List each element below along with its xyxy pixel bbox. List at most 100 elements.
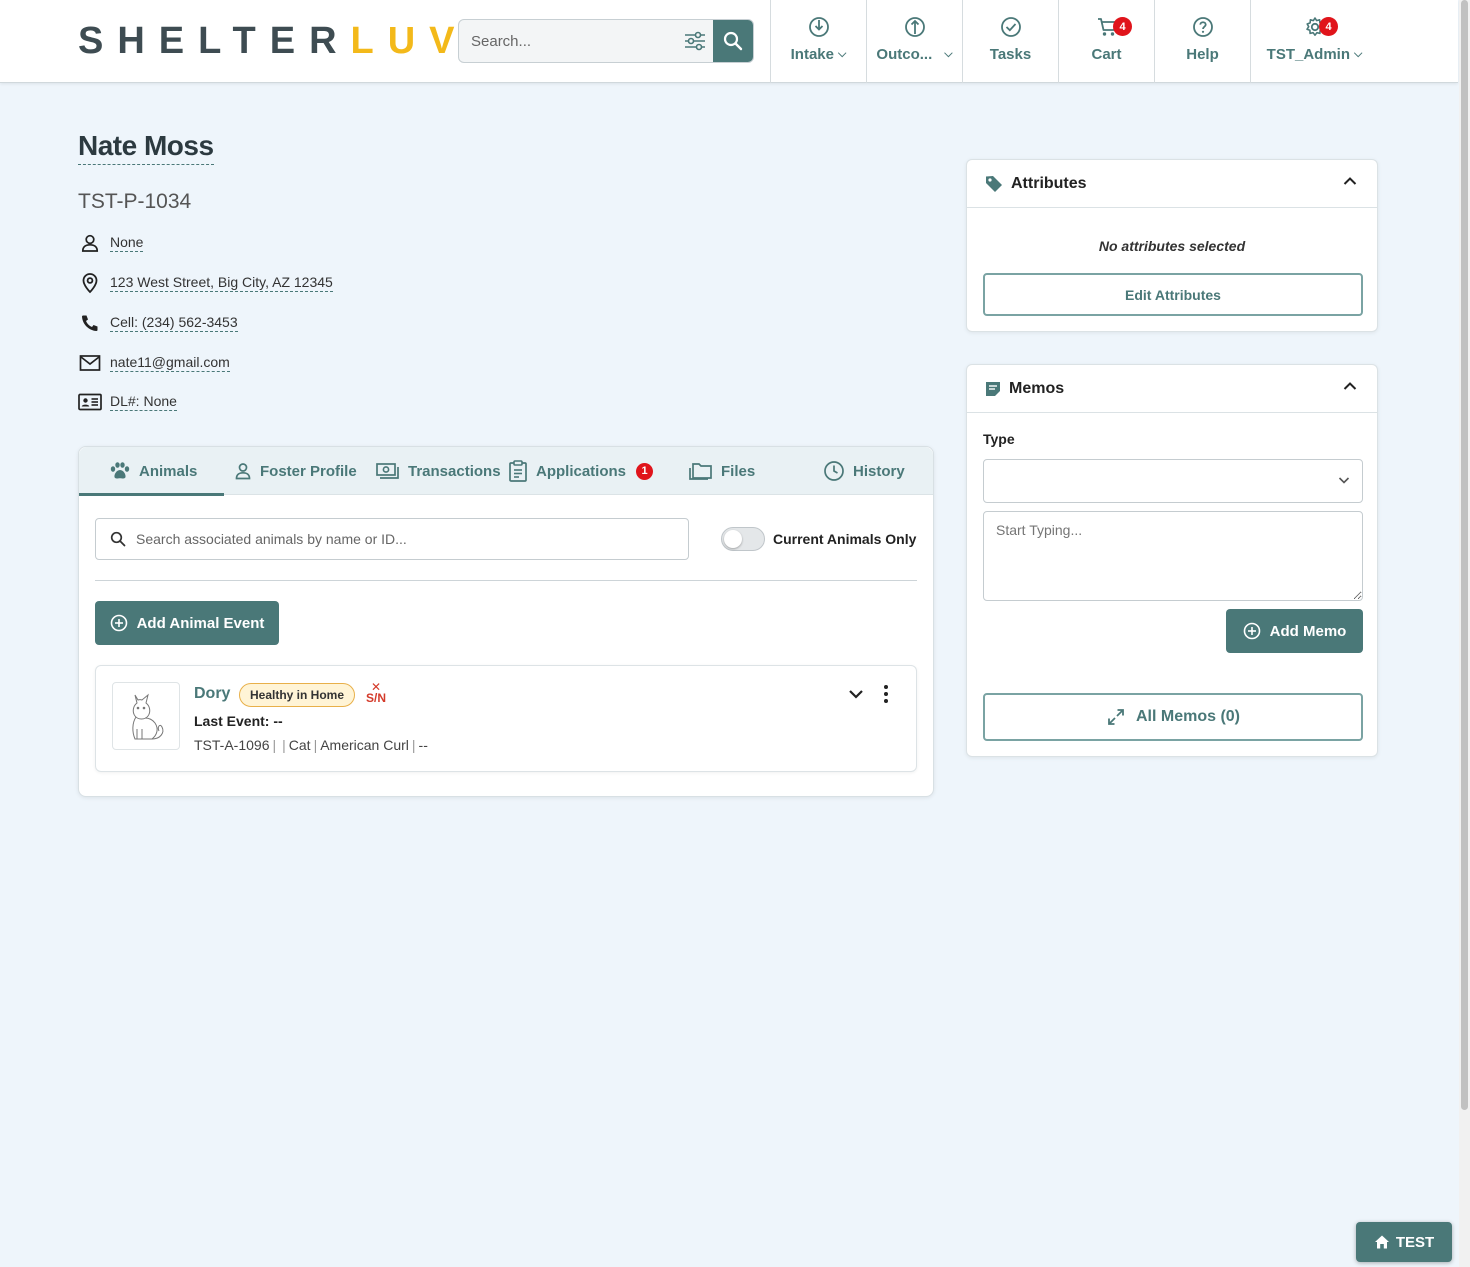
chevron-down-icon [849,690,863,699]
animal-extra: -- [418,737,428,753]
folder-icon [689,463,712,480]
tab-foster-profile[interactable]: Foster Profile [234,447,357,495]
paw-icon [110,462,130,479]
divider [95,580,917,581]
phone-icon [78,311,102,335]
chevron-down-icon: ⌵ [1354,48,1363,60]
nav-tasks-label: Tasks [989,46,1032,63]
tab-files-label: Files [721,462,756,480]
gender-value[interactable]: None [110,234,144,252]
add-animal-event-label: Add Animal Event [136,614,265,632]
all-memos-label: All Memos (0) [1135,708,1240,725]
animal-thumbnail[interactable] [112,682,180,750]
tab-applications[interactable]: Applications 1 [508,447,654,495]
chevron-down-icon: ⌵ [944,48,953,60]
memos-title: Memos [1009,379,1065,397]
check-circle-icon [1000,17,1021,37]
tab-files[interactable]: Files [689,447,755,495]
memo-type-select[interactable] [983,459,1363,503]
no-attributes-text: No attributes selected [1098,238,1246,254]
mail-icon [78,351,102,375]
clipboard-icon [509,460,527,482]
expand-icon [1108,709,1124,725]
animal-id: TST-A-1096 [194,737,270,753]
email-row: nate11@gmail.com [78,351,230,375]
search-icon [110,531,126,547]
memo-textarea[interactable] [983,511,1363,601]
search-filter-icon[interactable] [681,28,709,54]
nav-intake-label: Intake [790,46,834,63]
intake-icon [808,17,829,37]
add-memo-label: Add Memo [1269,622,1347,640]
nav-intake[interactable]: Intake ⌵ [770,0,866,83]
phone-value[interactable]: Cell: (234) 562-3453 [110,314,238,332]
add-animal-event-button[interactable]: Add Animal Event [95,601,279,645]
help-icon [1192,17,1213,37]
edit-attributes-button[interactable]: Edit Attributes [983,273,1363,316]
email-value[interactable]: nate11@gmail.com [110,354,230,372]
test-environment-button[interactable]: TEST [1356,1222,1452,1262]
nav-admin-label: TST_Admin [1266,46,1350,63]
tab-applications-label: Applications [536,462,627,480]
person-id: TST-P-1034 [78,190,192,213]
nav-help-label: Help [1186,46,1219,63]
animal-species: Cat [288,737,311,753]
kebab-menu-icon [884,685,888,703]
person-icon [78,231,102,255]
status-badge: Healthy in Home [239,683,356,707]
attributes-title: Attributes [1011,174,1087,192]
nav-outcome[interactable]: Outco... ⌵ [866,0,962,83]
search-button[interactable] [713,20,753,62]
attributes-header[interactable]: Attributes [967,160,1377,208]
home-icon [1374,1235,1389,1249]
attributes-card: Attributes No attributes selected Edit A… [966,159,1378,332]
more-options-button[interactable] [882,684,890,704]
nav-cart[interactable]: 4 Cart [1058,0,1154,83]
id-card-icon [78,390,102,414]
chevron-up-icon[interactable] [1343,381,1357,391]
nav-tasks[interactable]: Tasks [962,0,1058,83]
nav-admin[interactable]: 4 TST_Admin ⌵ [1250,0,1378,83]
admin-notification-badge: 4 [1319,17,1338,36]
last-event-text: Last Event: -- [194,713,283,729]
person-name[interactable]: Nate Moss [78,130,214,165]
tab-animals-label: Animals [139,462,198,480]
memos-header[interactable]: Memos [967,365,1377,413]
plus-circle-icon [110,614,127,632]
top-header: SHELTERLUV Intake ⌵ Outco... ⌵ Tasks 4 Car… [0,0,1458,83]
outcome-icon [904,17,925,37]
chevron-up-icon[interactable] [1343,176,1357,186]
nav-help[interactable]: Help [1154,0,1250,83]
tab-history[interactable]: History [823,447,905,495]
animal-search-input[interactable] [136,531,676,547]
global-search-input[interactable] [459,20,679,62]
tag-icon [986,175,1002,192]
phone-row: Cell: (234) 562-3453 [78,311,238,335]
animal-search-box [95,518,689,560]
global-search [458,19,754,63]
logo-text-shelter: SHELTER [78,20,351,62]
tab-transactions[interactable]: Transactions [376,447,501,495]
nav-outcome-label: Outco... [876,46,933,63]
page-scrollbar[interactable] [1459,0,1470,1267]
scrollbar-thumb[interactable] [1461,0,1468,1110]
all-memos-button[interactable]: All Memos (0) [983,693,1363,741]
add-memo-button[interactable]: Add Memo [1226,609,1363,653]
cart-count-badge: 4 [1113,17,1132,36]
dl-value[interactable]: DL#: None [110,393,177,411]
animal-meta-line: TST-A-1096 | | Cat | American Curl | -- [194,737,428,753]
shelterluv-logo[interactable]: SHELTER LUV [78,20,469,63]
chevron-down-icon: ⌵ [838,48,847,60]
dl-row: DL#: None [78,390,177,414]
address-value[interactable]: 123 West Street, Big City, AZ 12345 [110,274,333,292]
location-pin-icon [78,271,102,295]
expand-chevron-button[interactable] [848,688,864,700]
address-row: 123 West Street, Big City, AZ 12345 [78,271,333,295]
logo-text-luv: LUV [350,20,469,62]
tab-foster-profile-label: Foster Profile [260,462,357,480]
chevron-down-icon [1338,477,1350,484]
current-animals-toggle[interactable] [721,527,765,551]
tab-animals[interactable]: Animals [78,447,225,496]
animal-name-link[interactable]: Dory [194,685,230,703]
nav-cart-label: Cart [1091,46,1122,63]
